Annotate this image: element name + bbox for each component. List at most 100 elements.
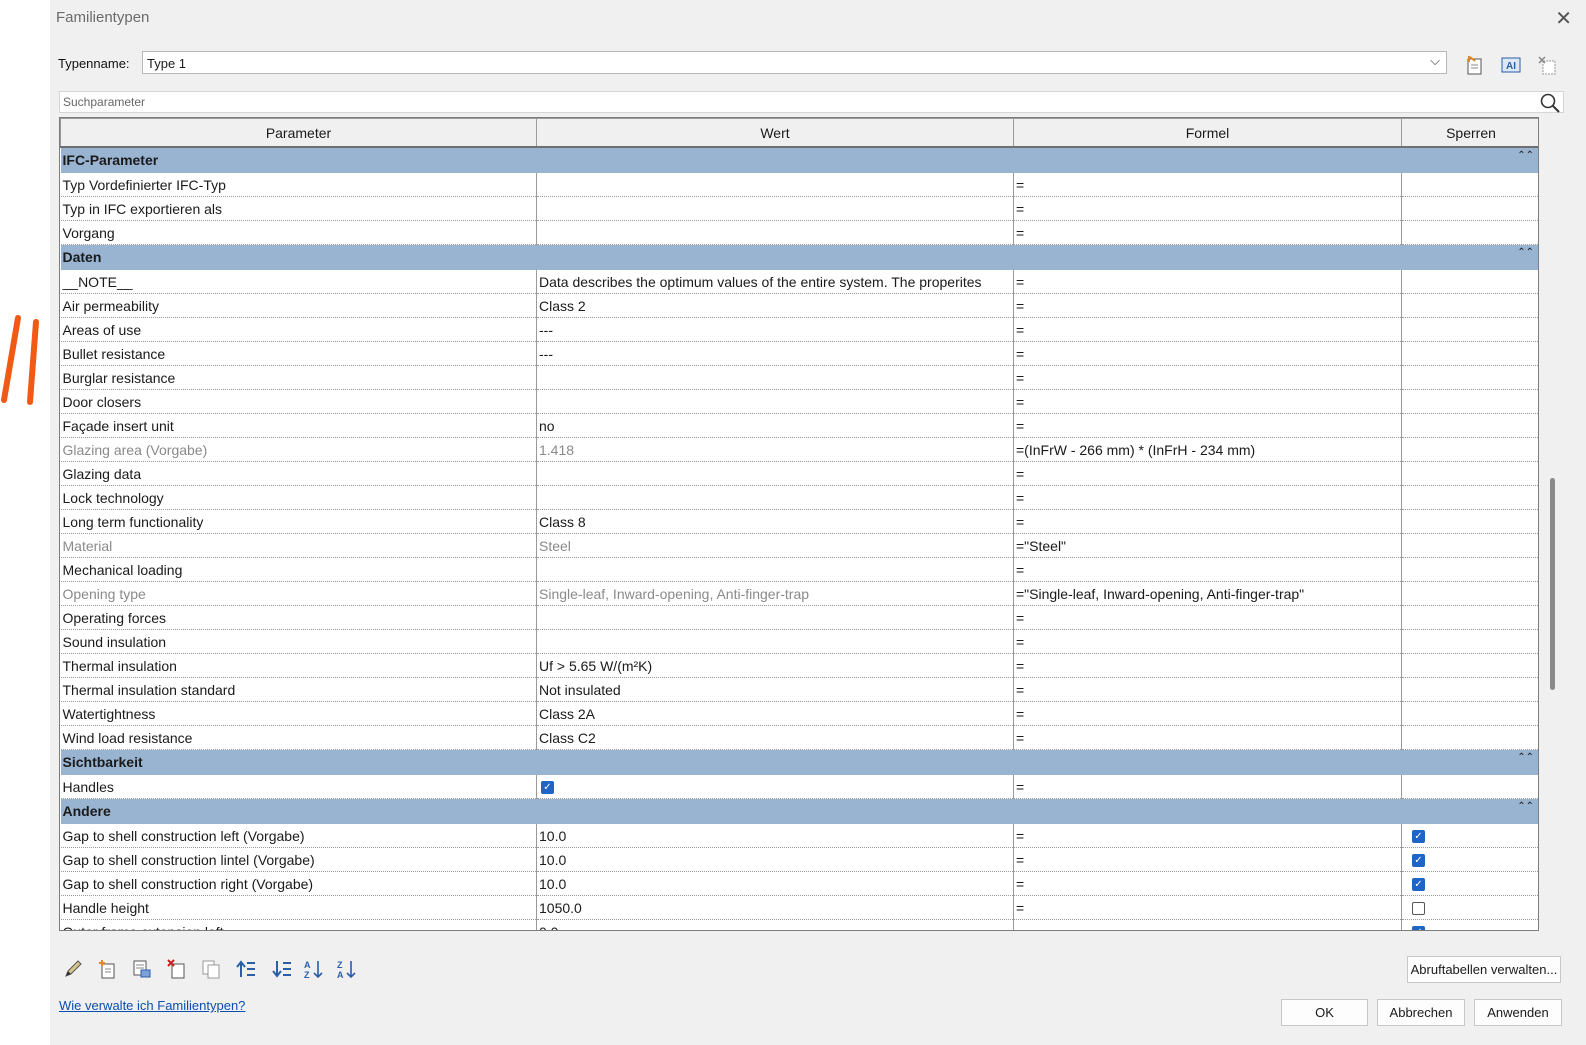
table-row[interactable]: __NOTE__ Data describes the optimum value… xyxy=(60,269,1538,294)
param-value[interactable]: 0.0 xyxy=(536,919,1014,930)
group-header-andere[interactable]: Andere ⌃⌃ xyxy=(60,798,1538,824)
table-row[interactable]: Typ in IFC exportieren als = xyxy=(60,196,1538,221)
typename-dropdown[interactable]: Type 1 ⌵ xyxy=(142,51,1447,74)
param-formula[interactable]: = xyxy=(1013,629,1402,654)
table-row[interactable]: Mechanical loading = xyxy=(60,557,1538,582)
table-row[interactable]: Outer frame extension left0.0= ✓ xyxy=(60,919,1538,930)
lock-checkbox[interactable] xyxy=(1412,902,1425,916)
edit-parameter-icon[interactable] xyxy=(62,958,84,980)
table-row[interactable]: Handle height 1050.0 = xyxy=(60,895,1538,920)
param-formula[interactable]: = xyxy=(1013,461,1402,486)
param-value[interactable]: --- xyxy=(536,341,1014,366)
new-type-icon[interactable] xyxy=(1464,54,1486,76)
manage-lookup-tables-button[interactable]: Abruftabellen verwalten... xyxy=(1407,956,1561,983)
sort-ascending-icon[interactable]: A Z xyxy=(303,958,325,980)
table-row[interactable]: Thermal insulation Uf > 5.65 W/(m²K) = xyxy=(60,653,1538,678)
param-formula[interactable]: = xyxy=(1013,557,1402,582)
param-formula[interactable]: = xyxy=(1013,605,1402,630)
table-row[interactable]: Vorgang = xyxy=(60,220,1538,245)
param-formula[interactable]: = xyxy=(1013,269,1402,294)
group-header-ifc[interactable]: IFC-Parameter ⌃⌃ xyxy=(60,147,1538,173)
close-icon[interactable]: ✕ xyxy=(1555,6,1572,31)
column-header-value[interactable]: Wert xyxy=(536,118,1014,148)
param-value[interactable]: 10.0 xyxy=(536,823,1014,848)
param-value[interactable]: Class 8 xyxy=(536,509,1014,534)
param-value[interactable] xyxy=(536,196,1014,221)
delete-type-icon[interactable] xyxy=(1536,54,1558,76)
delete-parameter-icon[interactable] xyxy=(166,958,188,980)
param-formula[interactable]: ="Single-leaf, Inward-opening, Anti-fing… xyxy=(1013,581,1402,606)
table-row[interactable]: Bullet resistance --- = xyxy=(60,341,1538,366)
param-formula[interactable]: = xyxy=(1013,293,1402,318)
param-value[interactable] xyxy=(536,629,1014,654)
table-row[interactable]: Material Steel ="Steel" xyxy=(60,533,1538,558)
param-value[interactable]: Not insulated xyxy=(536,677,1014,702)
table-row[interactable]: Watertightness Class 2A = xyxy=(60,701,1538,726)
param-formula[interactable]: = xyxy=(1013,485,1402,510)
move-up-icon[interactable] xyxy=(235,958,257,980)
table-row[interactable]: Glazing data = xyxy=(60,461,1538,486)
ok-button[interactable]: OK xyxy=(1281,999,1368,1026)
sort-descending-icon[interactable]: Z A xyxy=(336,958,358,980)
scrollbar-thumb[interactable] xyxy=(1550,478,1555,690)
table-row[interactable]: Door closers = xyxy=(60,389,1538,414)
table-row[interactable]: Gap to shell construction right (Vorgabe… xyxy=(60,871,1538,896)
apply-button[interactable]: Anwenden xyxy=(1474,999,1562,1026)
table-row[interactable]: Thermal insulation standard Not insulated… xyxy=(60,677,1538,702)
param-value[interactable]: --- xyxy=(536,317,1014,342)
param-formula[interactable]: = xyxy=(1013,653,1402,678)
collapse-icon[interactable]: ⌃⌃ xyxy=(1517,150,1534,161)
table-row[interactable]: Wind load resistance Class C2 = xyxy=(60,725,1538,750)
param-value[interactable] xyxy=(536,485,1014,510)
table-row[interactable]: Areas of use --- = xyxy=(60,317,1538,342)
param-formula[interactable]: = xyxy=(1013,847,1402,872)
param-formula[interactable]: = xyxy=(1013,509,1402,534)
shared-parameter-icon[interactable] xyxy=(131,958,153,980)
lock-checkbox[interactable]: ✓ xyxy=(1412,854,1425,868)
param-value[interactable]: no xyxy=(536,413,1014,438)
param-value[interactable] xyxy=(536,172,1014,197)
param-value[interactable] xyxy=(536,389,1014,414)
column-header-parameter[interactable]: Parameter xyxy=(60,118,537,148)
param-value[interactable]: 1050.0 xyxy=(536,895,1014,920)
table-row[interactable]: Operating forces = xyxy=(60,605,1538,630)
table-row[interactable]: Long term functionality Class 8 = xyxy=(60,509,1538,534)
param-formula[interactable]: = xyxy=(1013,220,1402,245)
param-formula[interactable]: = xyxy=(1013,341,1402,366)
table-row[interactable]: Lock technology = xyxy=(60,485,1538,510)
param-formula[interactable]: = xyxy=(1013,774,1402,799)
param-value[interactable]: Data describes the optimum values of the… xyxy=(536,269,1014,294)
param-formula[interactable]: = xyxy=(1013,196,1402,221)
table-row[interactable]: Air permeability Class 2 = xyxy=(60,293,1538,318)
param-value[interactable] xyxy=(536,605,1014,630)
param-formula[interactable]: = xyxy=(1013,677,1402,702)
param-formula[interactable]: = xyxy=(1013,871,1402,896)
new-parameter-icon[interactable] xyxy=(97,958,119,980)
lock-checkbox[interactable]: ✓ xyxy=(1412,830,1425,844)
param-value[interactable]: Class C2 xyxy=(536,725,1014,750)
param-value[interactable]: Class 2 xyxy=(536,293,1014,318)
collapse-icon[interactable]: ⌃⌃ xyxy=(1517,801,1534,812)
param-formula[interactable]: = xyxy=(1013,317,1402,342)
param-formula[interactable]: = xyxy=(1013,413,1402,438)
param-formula[interactable]: = xyxy=(1013,365,1402,390)
param-formula[interactable]: ="Steel" xyxy=(1013,533,1402,558)
table-row[interactable]: Gap to shell construction lintel (Vorgab… xyxy=(60,847,1538,872)
column-header-lock[interactable]: Sperren xyxy=(1401,118,1538,148)
param-formula[interactable]: = xyxy=(1013,172,1402,197)
param-value[interactable] xyxy=(536,365,1014,390)
table-row[interactable]: Burglar resistance = xyxy=(60,365,1538,390)
param-value[interactable]: 10.0 xyxy=(536,847,1014,872)
param-value[interactable] xyxy=(536,557,1014,582)
rename-type-icon[interactable]: AI xyxy=(1500,54,1522,76)
column-header-formula[interactable]: Formel xyxy=(1013,118,1402,148)
group-header-sichtbarkeit[interactable]: Sichtbarkeit ⌃⌃ xyxy=(60,749,1538,775)
param-value[interactable]: ✓ xyxy=(536,774,1014,799)
table-row[interactable]: Opening type Single-leaf, Inward-opening,… xyxy=(60,581,1538,606)
param-value[interactable] xyxy=(536,220,1014,245)
table-row[interactable]: Typ Vordefinierter IFC-Typ = xyxy=(60,172,1538,197)
handles-checkbox[interactable]: ✓ xyxy=(541,781,554,795)
param-formula[interactable]: = xyxy=(1013,725,1402,750)
param-value[interactable] xyxy=(536,461,1014,486)
search-input[interactable]: Suchparameter xyxy=(59,91,1564,113)
